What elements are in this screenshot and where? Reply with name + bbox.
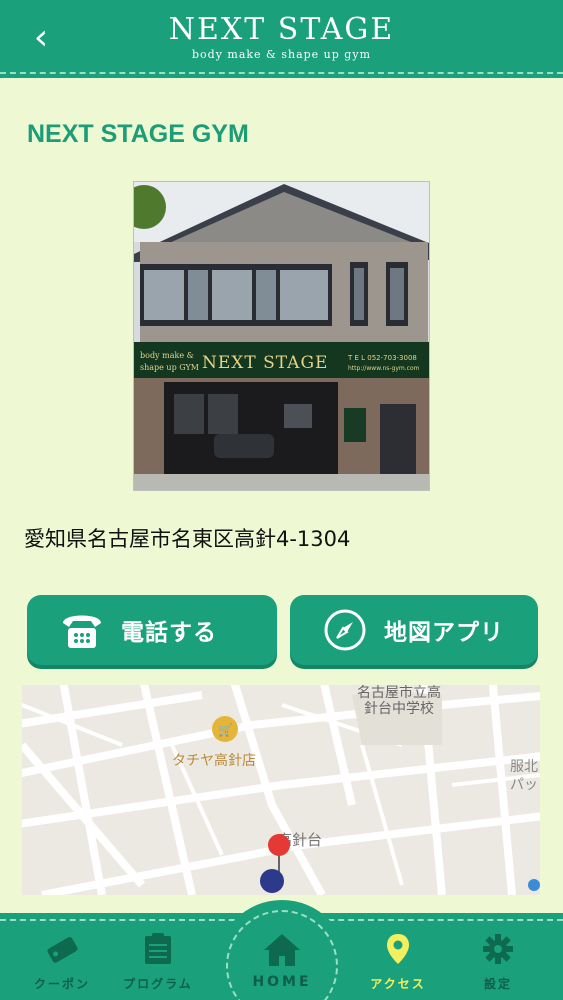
telephone-icon <box>57 605 107 655</box>
call-button[interactable]: 電話する <box>27 595 277 665</box>
tab-program-label: プログラム <box>123 977 193 991</box>
brand-title: NEXT STAGE <box>168 12 395 47</box>
ticket-icon <box>22 929 102 969</box>
compass-icon <box>320 605 370 655</box>
call-button-label: 電話する <box>121 620 217 646</box>
app-header: ‹ NEXT STAGE body make & shape up gym <box>0 0 563 78</box>
gear-icon <box>458 929 538 969</box>
tab-access-label: アクセス <box>370 977 426 991</box>
tab-home-label: HOME <box>252 974 312 990</box>
map-app-button-label: 地図アプリ <box>384 620 504 646</box>
sign-small-text-2: shape up GYM <box>140 363 199 372</box>
map-pin-icon <box>358 929 438 969</box>
tab-coupon[interactable]: クーポン <box>22 929 102 999</box>
map-label-store: タチヤ高針店 <box>172 752 256 769</box>
sign-small-text-1: body make & <box>140 351 194 360</box>
map-label-school-2: 針台中学校 <box>364 700 434 717</box>
back-chevron-icon[interactable]: ‹ <box>24 18 58 58</box>
tab-settings-label: 設定 <box>483 977 512 991</box>
tab-access[interactable]: アクセス <box>358 929 438 999</box>
brand-subtitle: body make & shape up gym <box>191 48 371 61</box>
sign-tel-text: T E L 052-703-3008 <box>347 354 417 362</box>
tab-coupon-label: クーポン <box>33 977 90 991</box>
tab-settings[interactable]: 設定 <box>458 929 538 999</box>
sign-url-text: http://www.ns-gym.com <box>348 365 420 372</box>
gym-building-photo: body make & shape up GYM NEXT STAGE T E … <box>133 181 430 491</box>
map-label-edge-top: 服北 <box>510 759 538 775</box>
location-map[interactable]: 🛒 名古屋市立高 針台中学校 タチヤ高針店 高針台 服北 パッ <box>22 685 540 895</box>
map-app-button[interactable]: 地図アプリ <box>290 595 538 665</box>
page-title: NEXT STAGE GYM <box>27 120 249 148</box>
map-label-school-1: 名古屋市立高 <box>357 685 441 701</box>
gym-address: 愛知県名古屋市名東区高針4-1304 <box>24 527 351 551</box>
brand-logo: NEXT STAGE body make & shape up gym <box>120 12 443 61</box>
sign-main-text: NEXT STAGE <box>202 353 328 373</box>
clipboard-icon <box>118 929 198 969</box>
map-label-edge-bottom: パッ <box>510 777 538 793</box>
svg-text:🛒: 🛒 <box>218 723 233 737</box>
house-icon <box>262 932 302 968</box>
tab-program[interactable]: プログラム <box>118 929 198 999</box>
